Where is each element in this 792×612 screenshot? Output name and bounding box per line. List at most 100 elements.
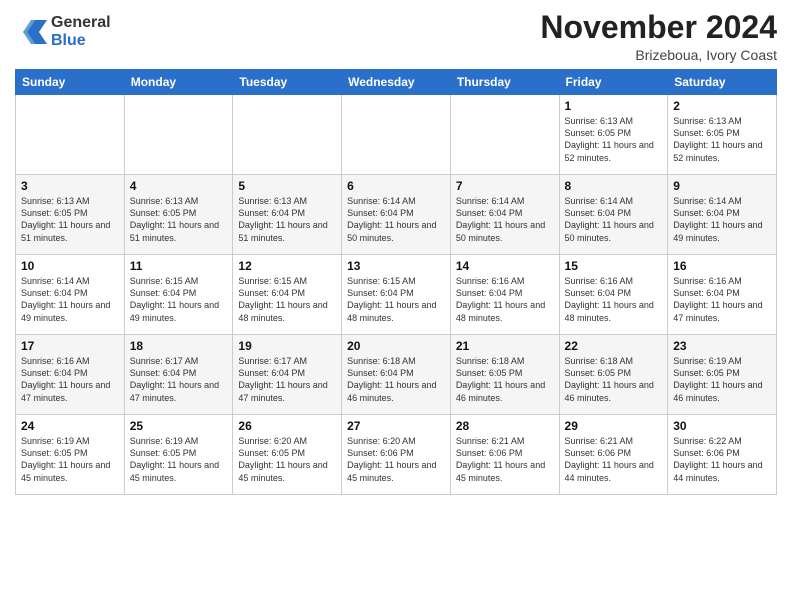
calendar-cell: [16, 95, 125, 175]
weekday-header-saturday: Saturday: [668, 70, 777, 95]
calendar-cell: 28Sunrise: 6:21 AMSunset: 6:06 PMDayligh…: [450, 415, 559, 495]
day-info: Sunrise: 6:20 AMSunset: 6:05 PMDaylight:…: [238, 435, 336, 484]
day-number: 6: [347, 179, 445, 193]
day-info: Sunrise: 6:13 AMSunset: 6:04 PMDaylight:…: [238, 195, 336, 244]
day-info: Sunrise: 6:14 AMSunset: 6:04 PMDaylight:…: [565, 195, 663, 244]
day-info: Sunrise: 6:16 AMSunset: 6:04 PMDaylight:…: [565, 275, 663, 324]
day-info: Sunrise: 6:16 AMSunset: 6:04 PMDaylight:…: [456, 275, 554, 324]
day-info: Sunrise: 6:16 AMSunset: 6:04 PMDaylight:…: [21, 355, 119, 404]
weekday-header-monday: Monday: [124, 70, 233, 95]
day-number: 26: [238, 419, 336, 433]
day-info: Sunrise: 6:15 AMSunset: 6:04 PMDaylight:…: [347, 275, 445, 324]
calendar-cell: 15 Sunrise: 6:16 AMSunset: 6:04 PMDayligh…: [559, 255, 668, 335]
calendar-cell: 26 Sunrise: 6:20 AMSunset: 6:05 PMDayligh…: [233, 415, 342, 495]
day-number: 13: [347, 259, 445, 273]
weekday-row: SundayMondayTuesdayWednesdayThursdayFrid…: [16, 70, 777, 95]
day-info: Sunrise: 6:13 AMSunset: 6:05 PMDaylight:…: [673, 115, 771, 164]
day-number: 30: [673, 419, 771, 433]
day-number: 17: [21, 339, 119, 353]
weekday-header-sunday: Sunday: [16, 70, 125, 95]
calendar-cell: 13 Sunrise: 6:15 AMSunset: 6:04 PMDayligh…: [342, 255, 451, 335]
calendar-cell: 24Sunrise: 6:19 AMSunset: 6:05 PMDayligh…: [16, 415, 125, 495]
calendar-cell: 21Sunrise: 6:18 AMSunset: 6:05 PMDayligh…: [450, 335, 559, 415]
weekday-header-tuesday: Tuesday: [233, 70, 342, 95]
day-info: Sunrise: 6:22 AMSunset: 6:06 PMDaylight:…: [673, 435, 771, 484]
day-number: 8: [565, 179, 663, 193]
day-info: Sunrise: 6:15 AMSunset: 6:04 PMDaylight:…: [130, 275, 228, 324]
day-number: 10: [21, 259, 119, 273]
calendar-cell: 2 Sunrise: 6:13 AMSunset: 6:05 PMDaylight…: [668, 95, 777, 175]
calendar-cell: [450, 95, 559, 175]
calendar-cell: 16 Sunrise: 6:16 AMSunset: 6:04 PMDayligh…: [668, 255, 777, 335]
day-number: 23: [673, 339, 771, 353]
day-info: Sunrise: 6:21 AMSunset: 6:06 PMDaylight:…: [565, 435, 663, 484]
calendar-cell: 4Sunrise: 6:13 AMSunset: 6:05 PMDaylight…: [124, 175, 233, 255]
day-info: Sunrise: 6:13 AMSunset: 6:05 PMDaylight:…: [565, 115, 663, 164]
logo: General Blue: [15, 14, 111, 49]
calendar-cell: 29 Sunrise: 6:21 AMSunset: 6:06 PMDayligh…: [559, 415, 668, 495]
page: General Blue November 2024 Brizeboua, Iv…: [0, 0, 792, 612]
title-block: November 2024 Brizeboua, Ivory Coast: [540, 10, 777, 63]
calendar-header: SundayMondayTuesdayWednesdayThursdayFrid…: [16, 70, 777, 95]
day-info: Sunrise: 6:19 AMSunset: 6:05 PMDaylight:…: [130, 435, 228, 484]
day-info: Sunrise: 6:13 AMSunset: 6:05 PMDaylight:…: [21, 195, 119, 244]
day-info: Sunrise: 6:15 AMSunset: 6:04 PMDaylight:…: [238, 275, 336, 324]
calendar-cell: 23 Sunrise: 6:19 AMSunset: 6:05 PMDayligh…: [668, 335, 777, 415]
day-number: 28: [456, 419, 554, 433]
day-number: 9: [673, 179, 771, 193]
week-row-3: 10 Sunrise: 6:14 AMSunset: 6:04 PMDayligh…: [16, 255, 777, 335]
calendar-cell: 25Sunrise: 6:19 AMSunset: 6:05 PMDayligh…: [124, 415, 233, 495]
calendar-cell: 14 Sunrise: 6:16 AMSunset: 6:04 PMDayligh…: [450, 255, 559, 335]
calendar-cell: 9Sunrise: 6:14 AMSunset: 6:04 PMDaylight…: [668, 175, 777, 255]
calendar-cell: 10 Sunrise: 6:14 AMSunset: 6:04 PMDayligh…: [16, 255, 125, 335]
day-number: 24: [21, 419, 119, 433]
day-info: Sunrise: 6:13 AMSunset: 6:05 PMDaylight:…: [130, 195, 228, 244]
calendar-cell: [342, 95, 451, 175]
weekday-header-friday: Friday: [559, 70, 668, 95]
week-row-4: 17 Sunrise: 6:16 AMSunset: 6:04 PMDayligh…: [16, 335, 777, 415]
header: General Blue November 2024 Brizeboua, Iv…: [15, 10, 777, 63]
calendar-cell: 19Sunrise: 6:17 AMSunset: 6:04 PMDayligh…: [233, 335, 342, 415]
calendar-cell: 18 Sunrise: 6:17 AMSunset: 6:04 PMDayligh…: [124, 335, 233, 415]
calendar-cell: 12 Sunrise: 6:15 AMSunset: 6:04 PMDayligh…: [233, 255, 342, 335]
day-info: Sunrise: 6:14 AMSunset: 6:04 PMDaylight:…: [21, 275, 119, 324]
calendar-cell: 7 Sunrise: 6:14 AMSunset: 6:04 PMDaylight…: [450, 175, 559, 255]
day-number: 11: [130, 259, 228, 273]
day-info: Sunrise: 6:14 AMSunset: 6:04 PMDaylight:…: [456, 195, 554, 244]
week-row-2: 3Sunrise: 6:13 AMSunset: 6:05 PMDaylight…: [16, 175, 777, 255]
calendar-cell: 30 Sunrise: 6:22 AMSunset: 6:06 PMDayligh…: [668, 415, 777, 495]
logo-general: General: [51, 14, 111, 32]
day-number: 12: [238, 259, 336, 273]
day-info: Sunrise: 6:17 AMSunset: 6:04 PMDaylight:…: [238, 355, 336, 404]
day-info: Sunrise: 6:19 AMSunset: 6:05 PMDaylight:…: [673, 355, 771, 404]
day-number: 16: [673, 259, 771, 273]
day-number: 14: [456, 259, 554, 273]
day-info: Sunrise: 6:17 AMSunset: 6:04 PMDaylight:…: [130, 355, 228, 404]
month-title: November 2024: [540, 10, 777, 45]
weekday-header-wednesday: Wednesday: [342, 70, 451, 95]
day-number: 21: [456, 339, 554, 353]
day-info: Sunrise: 6:14 AMSunset: 6:04 PMDaylight:…: [347, 195, 445, 244]
day-number: 20: [347, 339, 445, 353]
day-info: Sunrise: 6:18 AMSunset: 6:04 PMDaylight:…: [347, 355, 445, 404]
calendar-cell: 3Sunrise: 6:13 AMSunset: 6:05 PMDaylight…: [16, 175, 125, 255]
calendar-cell: 17 Sunrise: 6:16 AMSunset: 6:04 PMDayligh…: [16, 335, 125, 415]
day-info: Sunrise: 6:18 AMSunset: 6:05 PMDaylight:…: [565, 355, 663, 404]
day-number: 7: [456, 179, 554, 193]
week-row-5: 24 Sunrise: 6:19 AMSunset: 6:05 PMDayligh…: [16, 415, 777, 495]
day-number: 15: [565, 259, 663, 273]
logo-blue: Blue: [51, 32, 111, 50]
calendar-cell: [233, 95, 342, 175]
calendar-cell: 8 Sunrise: 6:14 AMSunset: 6:04 PMDaylight…: [559, 175, 668, 255]
day-info: Sunrise: 6:16 AMSunset: 6:04 PMDaylight:…: [673, 275, 771, 324]
calendar-cell: [124, 95, 233, 175]
calendar-cell: 6 Sunrise: 6:14 AMSunset: 6:04 PMDaylight…: [342, 175, 451, 255]
week-row-1: 1Sunrise: 6:13 AMSunset: 6:05 PMDaylight…: [16, 95, 777, 175]
logo-text: General Blue: [51, 14, 111, 49]
day-number: 29: [565, 419, 663, 433]
weekday-header-thursday: Thursday: [450, 70, 559, 95]
location: Brizeboua, Ivory Coast: [540, 47, 777, 63]
day-number: 5: [238, 179, 336, 193]
day-number: 18: [130, 339, 228, 353]
day-number: 2: [673, 99, 771, 113]
